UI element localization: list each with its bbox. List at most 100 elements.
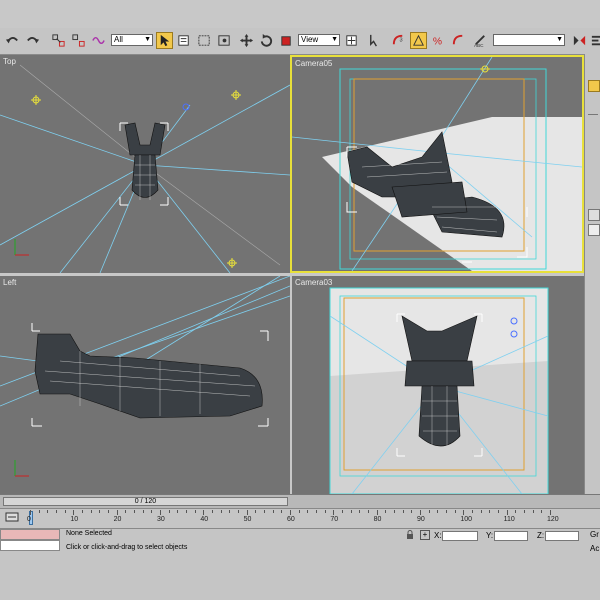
time-slider[interactable]: 0 / 120 [3, 497, 288, 506]
axis-gizmo [14, 460, 29, 477]
ruler-tick [550, 510, 551, 515]
rectangular-selection-icon[interactable] [196, 32, 213, 49]
z-coordinate-field[interactable] [545, 531, 579, 541]
ruler-tick [428, 510, 430, 513]
x-coordinate-field[interactable] [442, 531, 478, 541]
command-panel[interactable] [584, 54, 600, 494]
reference-coordinate-dropdown[interactable]: View ▼ [298, 34, 340, 46]
ruler-tick [541, 510, 543, 513]
rollout-field[interactable] [588, 224, 600, 236]
viewport-camera03[interactable]: Camera03 [292, 276, 584, 494]
move-icon[interactable] [238, 32, 255, 49]
ruler-tick-label: 90 [417, 516, 425, 523]
undo-icon[interactable] [4, 32, 21, 49]
select-and-link-icon[interactable] [50, 32, 67, 49]
ruler-tick-label: 120 [547, 516, 559, 523]
bind-to-space-warp-icon[interactable] [90, 32, 107, 49]
pivot-center-icon[interactable] [343, 32, 360, 49]
scale-icon[interactable] [278, 32, 295, 49]
camera05-scene [292, 57, 582, 271]
grid-label: Gr [590, 530, 599, 539]
ruler-tick [342, 510, 343, 513]
ruler-tick [376, 510, 378, 515]
select-object-button[interactable] [156, 32, 173, 49]
ruler-tick [281, 510, 283, 513]
ruler-tick [212, 510, 213, 513]
ruler-tick-label: 30 [157, 516, 165, 523]
ruler-tick [359, 510, 361, 513]
ruler-tick [272, 510, 274, 513]
viewport-camera05[interactable]: Camera05 [290, 55, 584, 273]
viewport-top[interactable]: Top [0, 55, 290, 273]
maxscript-input[interactable] [0, 540, 60, 551]
maxscript-listener-field[interactable] [0, 529, 60, 540]
axis-gizmo [14, 239, 29, 256]
ruler-tick [394, 510, 395, 513]
ruler-tick [38, 510, 40, 513]
unlink-selection-icon[interactable] [70, 32, 87, 49]
ruler-tick [47, 510, 49, 513]
ruler-tick [108, 510, 109, 513]
viewport-left[interactable]: Left [0, 276, 290, 494]
snaps-toggle-icon[interactable]: 3 [390, 32, 407, 49]
ruler-tick [56, 510, 57, 513]
ruler-tick [402, 510, 404, 513]
ruler-tick [324, 510, 326, 513]
spinner-snap-toggle-icon[interactable] [450, 32, 467, 49]
ruler-tick [125, 510, 127, 513]
ruler-tick [238, 510, 239, 513]
ruler-tick [203, 510, 205, 515]
edit-named-selection-icon[interactable]: ABC [472, 32, 489, 49]
selection-filter-dropdown[interactable]: All ▼ [111, 34, 153, 46]
time-slider-label: 0 / 120 [134, 498, 157, 505]
ruler-tick [116, 510, 118, 515]
ruler-tick [168, 510, 170, 513]
main-toolbar: All ▼ View ▼ 3 % ABC ▼ [0, 28, 600, 55]
ruler-tick [264, 510, 265, 513]
ruler-tick [307, 510, 309, 513]
ruler-tick [298, 510, 300, 513]
rotate-icon[interactable] [258, 32, 275, 49]
y-coordinate-field[interactable] [494, 531, 528, 541]
trackbar[interactable]: 0 10 20 30 40 50 60 70 80 90 100 110 120 [0, 508, 600, 529]
ruler-tick-label: 80 [373, 516, 382, 523]
redo-icon[interactable] [24, 32, 41, 49]
ruler-tick [316, 510, 317, 513]
time-slider-bar: 0 / 120 [0, 494, 600, 509]
chevron-down-icon: ▼ [556, 36, 563, 43]
percent-snap-toggle-icon[interactable]: % [430, 32, 447, 49]
ruler-tick [489, 510, 491, 513]
select-by-name-icon[interactable] [176, 32, 193, 49]
ruler-tick [246, 510, 248, 515]
panel-divider [588, 114, 598, 115]
ruler-tick [290, 510, 291, 515]
frame-ruler[interactable]: 0 10 20 30 40 50 60 70 80 90 100 110 120 [27, 510, 582, 528]
selection-status: None Selected [66, 530, 112, 537]
svg-text:3: 3 [399, 37, 402, 43]
rollout-toggle-icon[interactable] [588, 209, 600, 221]
left-view-scene [0, 276, 290, 477]
window-crossing-icon[interactable] [216, 32, 233, 49]
ruler-tick [255, 510, 257, 513]
absolute-mode-icon[interactable]: + [420, 530, 430, 540]
mini-curve-editor-icon[interactable] [5, 511, 19, 523]
mirror-icon[interactable] [571, 32, 588, 49]
ruler-tick-label: 70 [330, 516, 339, 523]
ruler-tick [333, 510, 335, 515]
prompt-line: Click or click-and-drag to select object… [66, 544, 188, 551]
align-icon[interactable] [589, 32, 600, 49]
select-and-manipulate-icon[interactable] [366, 32, 383, 49]
camera03-scene [329, 287, 549, 494]
command-panel-tab-icon[interactable] [588, 80, 600, 92]
ruler-tick [82, 510, 83, 513]
ruler-tick-label: 100 [460, 516, 473, 523]
lock-icon[interactable] [405, 530, 415, 540]
named-selection-set-dropdown[interactable]: ▼ [493, 34, 565, 46]
ruler-tick [437, 510, 439, 513]
ruler-tick [411, 510, 413, 513]
ruler-tick-label: 40 [200, 516, 209, 523]
angle-snap-toggle-icon[interactable] [410, 32, 427, 49]
ruler-tick [142, 510, 144, 513]
ruler-tick [134, 510, 135, 513]
ruler-tick [160, 510, 161, 515]
